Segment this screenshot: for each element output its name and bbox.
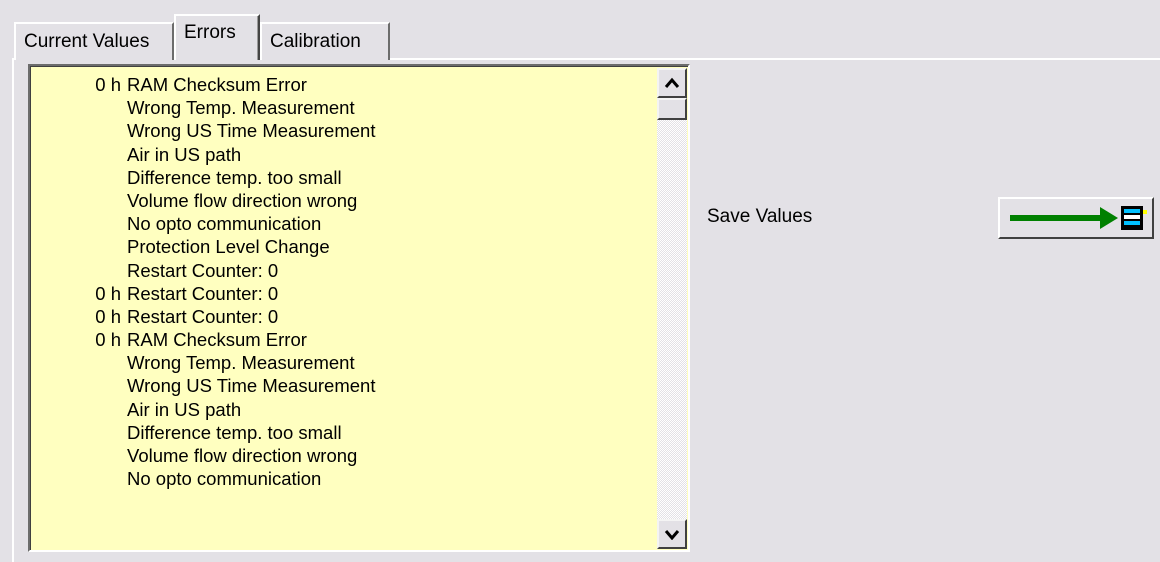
error-message: No opto communication: [127, 213, 322, 235]
vertical-scrollbar[interactable]: [657, 68, 687, 549]
save-values-button[interactable]: [998, 197, 1154, 239]
error-message: Wrong US Time Measurement: [127, 375, 376, 397]
green-arrow-to-disk-icon: [1010, 206, 1147, 230]
error-time: 0 h: [95, 282, 121, 304]
error-message: Air in US path: [127, 398, 242, 420]
error-message: Air in US path: [127, 143, 242, 165]
error-message: Difference temp. too small: [127, 166, 342, 188]
error-message: Wrong Temp. Measurement: [127, 97, 355, 119]
list-item[interactable]: No opto communication: [31, 212, 651, 235]
list-item[interactable]: Restart Counter: 0: [31, 259, 651, 282]
list-item[interactable]: Wrong Temp. Measurement: [31, 96, 651, 119]
error-message: RAM Checksum Error: [127, 329, 307, 351]
error-message: Restart Counter: 0: [127, 305, 279, 327]
error-message: Volume flow direction wrong: [127, 189, 358, 211]
error-message: Restart Counter: 0: [127, 259, 279, 281]
scroll-track[interactable]: [657, 120, 687, 519]
list-item[interactable]: Protection Level Change: [31, 235, 651, 258]
list-item[interactable]: Volume flow direction wrong: [31, 444, 651, 467]
list-item[interactable]: 0 h Restart Counter: 0: [31, 305, 651, 328]
chevron-up-icon: [664, 77, 680, 88]
chevron-down-icon: [664, 530, 680, 540]
error-message: Difference temp. too small: [127, 421, 342, 443]
list-item[interactable]: Wrong Temp. Measurement: [31, 351, 651, 374]
error-message: RAM Checksum Error: [127, 74, 307, 95]
error-log-viewport: 0 h RAM Checksum Error Wrong Temp. Measure…: [30, 66, 688, 550]
scroll-up-button[interactable]: [657, 68, 687, 98]
save-values-label: Save Values: [707, 206, 813, 227]
error-message: Volume flow direction wrong: [127, 445, 358, 466]
list-item[interactable]: Air in US path: [31, 398, 651, 421]
list-item[interactable]: 0 h RAM Checksum Error: [31, 73, 651, 96]
list-item[interactable]: Wrong US Time Measurement: [31, 119, 651, 142]
list-item[interactable]: 0 h Restart Counter: 0: [31, 282, 651, 305]
list-item[interactable]: Air in US path: [31, 143, 651, 166]
list-item[interactable]: Wrong US Time Measurement: [31, 374, 651, 397]
error-message: Wrong Temp. Measurement: [127, 352, 355, 374]
error-message: No opto communication: [127, 468, 322, 490]
error-time: 0 h: [95, 305, 121, 327]
tab-current-values[interactable]: Current Values: [14, 22, 174, 60]
tab-calibration[interactable]: Calibration: [260, 22, 390, 60]
list-item[interactable]: Volume flow direction wrong: [31, 189, 651, 212]
list-item[interactable]: 0 h RAM Checksum Error: [31, 328, 651, 351]
error-message: Restart Counter: 0: [127, 282, 279, 304]
list-item[interactable]: Difference temp. too small: [31, 421, 651, 444]
list-item[interactable]: No opto communication: [31, 467, 651, 490]
scroll-down-button[interactable]: [657, 519, 687, 549]
error-message: Protection Level Change: [127, 236, 330, 258]
error-message: Wrong US Time Measurement: [127, 120, 376, 142]
error-time: 0 h: [95, 329, 121, 351]
list-item[interactable]: Difference temp. too small: [31, 166, 651, 189]
errors-window: Current Values Errors Calibration 0 h RAM…: [0, 0, 1160, 562]
scroll-thumb[interactable]: [657, 98, 687, 120]
tab-page-top-edge: [390, 58, 1160, 60]
tab-errors[interactable]: Errors: [174, 14, 260, 60]
error-log-list: 0 h RAM Checksum Error Wrong Temp. Measure…: [31, 73, 651, 490]
error-time: 0 h: [95, 74, 121, 95]
error-log-listbox[interactable]: 0 h RAM Checksum Error Wrong Temp. Measure…: [28, 64, 690, 552]
